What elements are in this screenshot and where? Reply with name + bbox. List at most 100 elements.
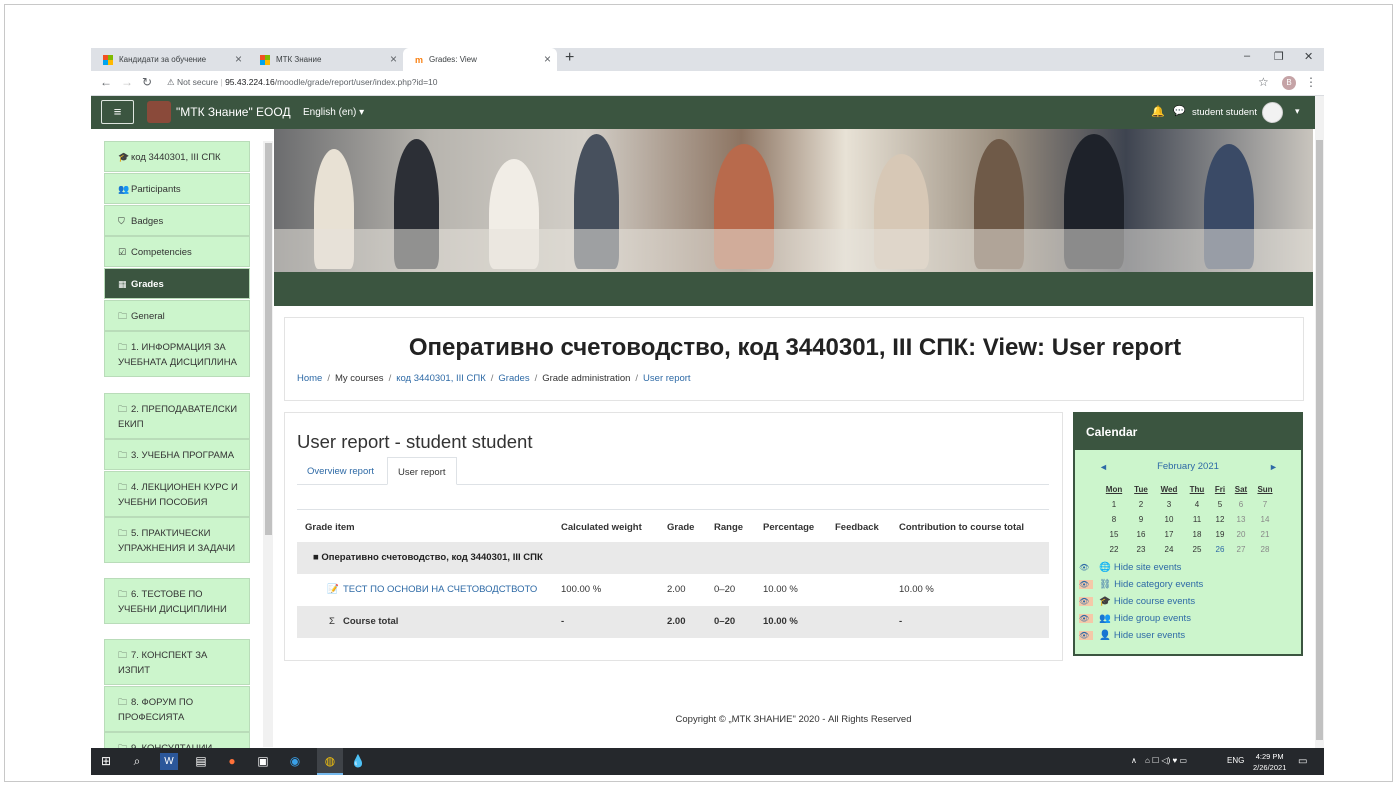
browser-tab-grades[interactable]: m Grades: View ×: [403, 48, 557, 71]
calendar-day[interactable]: 22: [1103, 545, 1125, 554]
user-name[interactable]: student student: [1192, 107, 1257, 118]
tray-language[interactable]: ENG: [1227, 756, 1244, 765]
calendar-day[interactable]: 11: [1186, 515, 1208, 524]
calendar-day[interactable]: 19: [1209, 530, 1231, 539]
calendar-next-button[interactable]: ►: [1269, 462, 1278, 472]
drawer-item[interactable]: 🎓 код 3440301, III СПК: [104, 141, 250, 172]
site-name[interactable]: "МТК Знание" ЕООД: [176, 105, 291, 119]
breadcrumb-item[interactable]: Home: [297, 373, 322, 384]
edge-icon[interactable]: ◉: [286, 753, 304, 770]
language-menu[interactable]: English (en) ▾: [303, 107, 364, 118]
maximize-button[interactable]: ❐: [1274, 50, 1284, 63]
drawer-scrollbar[interactable]: [263, 141, 273, 747]
tab-overview-report[interactable]: Overview report: [297, 457, 384, 485]
drawer-item[interactable]: 🗀 9. КОНСУЛТАЦИИ: [104, 732, 250, 749]
calendar-event-toggle[interactable]: 👁 🎓 Hide course events: [1079, 596, 1195, 607]
event-toggle-label[interactable]: Hide user events: [1114, 630, 1185, 641]
calendar-day[interactable]: 26: [1209, 545, 1231, 554]
drawer-toggle-button[interactable]: ≡: [101, 100, 134, 124]
calendar-day[interactable]: 9: [1130, 515, 1152, 524]
calendar-event-toggle[interactable]: 👁 ⛓ Hide category events: [1079, 579, 1203, 590]
calendar-event-toggle[interactable]: 👁 👤 Hide user events: [1079, 630, 1185, 641]
calendar-day[interactable]: 12: [1209, 515, 1231, 524]
eye-icon[interactable]: 👁: [1079, 563, 1093, 572]
tab-user-report[interactable]: User report: [387, 457, 457, 485]
drawer-item[interactable]: 🗀 8. ФОРУМ ПО ПРОФЕСИЯТА: [104, 686, 250, 732]
taskbar-clock[interactable]: 4:29 PM 2/26/2021: [1253, 751, 1286, 773]
calendar-day[interactable]: 17: [1158, 530, 1180, 539]
windows-start-icon[interactable]: ⊞: [97, 753, 115, 770]
browser-tab-candidates[interactable]: Кандидати за обучение ×: [91, 48, 248, 71]
calendar-day[interactable]: 13: [1230, 515, 1252, 524]
event-toggle-label[interactable]: Hide site events: [1114, 562, 1182, 573]
url-field[interactable]: ⚠ Not secure | 95.43.224.16/moodle/grade…: [167, 77, 438, 88]
eye-icon[interactable]: 👁: [1079, 614, 1093, 623]
page-scrollbar[interactable]: [1315, 96, 1324, 748]
user-menu-caret[interactable]: ▾: [1295, 106, 1300, 117]
drawer-item[interactable]: 👥 Participants: [104, 173, 250, 204]
calendar-event-toggle[interactable]: 👁 👥 Hide group events: [1079, 613, 1191, 624]
calendar-day[interactable]: 24: [1158, 545, 1180, 554]
app-drop-icon[interactable]: 💧: [349, 753, 367, 770]
eye-icon[interactable]: 👁: [1079, 597, 1093, 606]
calendar-day[interactable]: 23: [1130, 545, 1152, 554]
calendar-day[interactable]: 28: [1254, 545, 1276, 554]
drawer-item[interactable]: 🗀 6. ТЕСТОВЕ ПО УЧЕБНИ ДИСЦИПЛИНИ: [104, 578, 250, 624]
drawer-item[interactable]: 🗀 3. УЧЕБНА ПРОГРАМА: [104, 439, 250, 470]
breadcrumb-item[interactable]: код 3440301, III СПК: [396, 373, 486, 384]
event-toggle-label[interactable]: Hide course events: [1114, 596, 1195, 607]
browser-menu-icon[interactable]: ⋮: [1305, 75, 1317, 89]
eye-icon[interactable]: 👁: [1079, 580, 1093, 589]
close-tab-icon[interactable]: ×: [390, 52, 397, 66]
drawer-item[interactable]: ⛉ Badges: [104, 205, 250, 236]
calendar-day[interactable]: 16: [1130, 530, 1152, 539]
calendar-day[interactable]: 4: [1186, 500, 1208, 509]
drawer-item[interactable]: 🗀 General: [104, 300, 250, 331]
calendar-day[interactable]: 14: [1254, 515, 1276, 524]
firefox-icon[interactable]: ●: [223, 753, 241, 770]
calendar-day[interactable]: 1: [1103, 500, 1125, 509]
chrome-icon[interactable]: ◍: [321, 753, 339, 770]
forward-icon[interactable]: →: [121, 75, 133, 89]
calendar-day[interactable]: 10: [1158, 515, 1180, 524]
calendar-day[interactable]: 21: [1254, 530, 1276, 539]
calendar-day[interactable]: 3: [1158, 500, 1180, 509]
grade-item-link[interactable]: ТЕСТ ПО ОСНОВИ НА СЧЕТОВОДСТВОТО: [343, 584, 537, 595]
calculator-icon[interactable]: ▤: [192, 753, 210, 770]
calendar-day[interactable]: 5: [1209, 500, 1231, 509]
calendar-day[interactable]: 6: [1230, 500, 1252, 509]
drawer-item[interactable]: 🗀 5. ПРАКТИЧЕСКИ УПРАЖНЕНИЯ И ЗАДАЧИ: [104, 517, 250, 563]
eye-icon[interactable]: 👁: [1079, 631, 1093, 640]
close-tab-icon[interactable]: ×: [235, 52, 242, 66]
reload-icon[interactable]: ↻: [142, 75, 152, 89]
breadcrumb-item[interactable]: Grades: [498, 373, 529, 384]
back-icon[interactable]: ←: [100, 75, 112, 89]
messages-icon[interactable]: 💬: [1173, 106, 1185, 117]
calendar-day[interactable]: 18: [1186, 530, 1208, 539]
calendar-day[interactable]: 2: [1130, 500, 1152, 509]
minimize-button[interactable]: –: [1244, 50, 1250, 62]
calendar-day[interactable]: 27: [1230, 545, 1252, 554]
word-icon[interactable]: W: [160, 753, 178, 770]
tray-network-icon[interactable]: ⌂ ☐ ◁) ♥ ▭: [1145, 756, 1187, 765]
drawer-item[interactable]: 🗀 1. ИНФОРМАЦИЯ ЗА УЧЕБНАТА ДИСЦИПЛИНА: [104, 331, 250, 377]
close-window-button[interactable]: ✕: [1304, 50, 1313, 63]
tray-chevron-icon[interactable]: ∧: [1131, 756, 1137, 765]
event-toggle-label[interactable]: Hide category events: [1114, 579, 1203, 590]
drawer-item[interactable]: 🗀 4. ЛЕКЦИОНЕН КУРС И УЧЕБНИ ПОСОБИЯ: [104, 471, 250, 517]
breadcrumb-item[interactable]: User report: [643, 373, 691, 384]
calendar-event-toggle[interactable]: 👁 🌐 Hide site events: [1079, 562, 1181, 573]
notification-center-icon[interactable]: ▭: [1298, 756, 1307, 767]
search-icon[interactable]: ⌕: [128, 753, 146, 770]
user-avatar[interactable]: [1262, 102, 1283, 123]
event-toggle-label[interactable]: Hide group events: [1114, 613, 1191, 624]
calendar-month[interactable]: February 2021: [1075, 461, 1301, 472]
browser-tab-mtk[interactable]: МТК Знание ×: [248, 48, 403, 71]
drawer-item[interactable]: ▦ Grades: [104, 268, 250, 299]
drawer-item[interactable]: 🗀 7. КОНСПЕКТ ЗА ИЗПИТ: [104, 639, 250, 685]
site-logo[interactable]: [147, 101, 171, 123]
profile-avatar[interactable]: B: [1282, 76, 1296, 90]
notifications-bell-icon[interactable]: 🔔: [1151, 105, 1165, 118]
calendar-day[interactable]: 8: [1103, 515, 1125, 524]
calendar-day[interactable]: 15: [1103, 530, 1125, 539]
